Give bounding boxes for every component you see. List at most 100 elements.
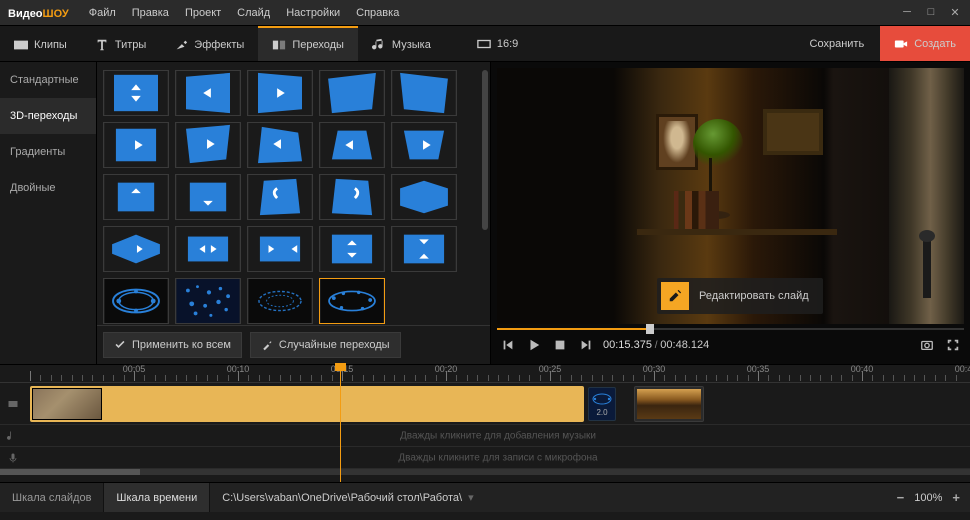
mic-hint: Дважды кликните для записи с микрофона (398, 452, 597, 463)
path-dropdown-icon[interactable]: ▾ (468, 491, 474, 504)
music-hint: Дважды кликните для добавления музыки (400, 430, 596, 441)
tab-clips[interactable]: Клипы (0, 26, 81, 61)
timeline-ruler[interactable]: 00:0500:1000:1500:2000:2500:3000:3500:40… (0, 365, 970, 383)
transitions-grid (97, 62, 490, 325)
video-clip-2[interactable] (634, 386, 704, 422)
transitions-icon (272, 38, 286, 52)
music-track: Дважды кликните для добавления музыки (0, 425, 970, 447)
menu-file[interactable]: Файл (81, 7, 124, 19)
clips-icon (14, 38, 28, 52)
menu-help[interactable]: Справка (348, 7, 407, 19)
tab-titles-label: Титры (115, 39, 146, 51)
transition-thumb[interactable] (175, 122, 241, 168)
tab-titles[interactable]: Титры (81, 26, 160, 61)
time-scale-tab[interactable]: Шкала времени (104, 483, 210, 512)
transition-thumb[interactable] (103, 70, 169, 116)
transition-thumb[interactable] (391, 174, 457, 220)
wand-icon (261, 339, 273, 351)
transition-thumb-selected[interactable] (319, 278, 385, 324)
video-track-body[interactable]: 2.0 (26, 383, 970, 424)
mic-track-body[interactable]: Дважды кликните для записи с микрофона (26, 447, 970, 468)
play-button[interactable] (525, 336, 543, 354)
transition-thumb[interactable] (175, 278, 241, 324)
transition-thumb[interactable] (103, 174, 169, 220)
menu-slide[interactable]: Слайд (229, 7, 278, 19)
transition-duration: 2.0 (596, 408, 607, 417)
app-title: ВидеоШОУ (8, 6, 69, 20)
transition-thumb[interactable] (319, 122, 385, 168)
sidebar-item-3d[interactable]: 3D-переходы (0, 98, 96, 134)
tab-music-label: Музыка (392, 39, 431, 51)
transition-thumb[interactable] (175, 70, 241, 116)
transition-thumb[interactable] (247, 174, 313, 220)
panel-actions: Применить ко всем Случайные переходы (97, 325, 490, 364)
transition-thumb[interactable] (175, 174, 241, 220)
playhead[interactable] (340, 365, 341, 482)
video-clip-1[interactable] (30, 386, 584, 422)
transition-thumb[interactable] (175, 226, 241, 272)
zoom-in-button[interactable]: + (952, 490, 960, 505)
fullscreen-button[interactable] (944, 336, 962, 354)
apply-all-label: Применить ко всем (132, 339, 231, 351)
slides-scale-tab[interactable]: Шкала слайдов (0, 483, 104, 512)
sidebar-item-double[interactable]: Двойные (0, 170, 96, 206)
tab-effects[interactable]: Эффекты (160, 26, 258, 61)
prev-button[interactable] (499, 336, 517, 354)
toolbar: Клипы Титры Эффекты Переходы Музыка 16:9… (0, 26, 970, 62)
minimize-icon[interactable]: ─ (900, 6, 914, 19)
transition-thumb[interactable] (319, 226, 385, 272)
app-title-part1: Видео (8, 8, 43, 20)
transition-thumb[interactable] (247, 122, 313, 168)
menu-project[interactable]: Проект (177, 7, 229, 19)
app-title-part2: ШОУ (43, 8, 69, 20)
transition-thumb[interactable] (103, 122, 169, 168)
transition-thumb[interactable] (247, 226, 313, 272)
music-track-body[interactable]: Дважды кликните для добавления музыки (26, 425, 970, 446)
aspect-icon (477, 37, 491, 51)
zoom-value: 100% (914, 492, 942, 504)
scrollbar[interactable] (482, 70, 488, 230)
next-button[interactable] (577, 336, 595, 354)
save-button[interactable]: Сохранить (794, 26, 881, 61)
seek-handle[interactable] (646, 324, 654, 334)
create-button[interactable]: Создать (880, 26, 970, 61)
save-label: Сохранить (810, 38, 865, 50)
close-icon[interactable]: ✕ (948, 6, 962, 19)
apply-all-button[interactable]: Применить ко всем (103, 332, 242, 358)
maximize-icon[interactable]: □ (924, 6, 938, 19)
transition-thumb[interactable] (391, 70, 457, 116)
preview-canvas[interactable]: Редактировать слайд (497, 68, 964, 324)
edit-slide-button[interactable]: Редактировать слайд (657, 278, 823, 314)
transition-thumb[interactable] (247, 70, 313, 116)
random-transitions-button[interactable]: Случайные переходы (250, 332, 401, 358)
mic-track-icon (0, 447, 26, 468)
tab-clips-label: Клипы (34, 39, 67, 51)
sidebar-item-gradients[interactable]: Градиенты (0, 134, 96, 170)
transition-thumb[interactable] (391, 122, 457, 168)
transition-thumb[interactable] (247, 278, 313, 324)
timeline-scrollbar[interactable] (0, 469, 970, 475)
menubar: ВидеоШОУ Файл Правка Проект Слайд Настро… (0, 0, 970, 26)
project-path: C:\Users\vaban\OneDrive\Рабочий стол\Раб… (210, 483, 886, 512)
transition-thumb[interactable] (103, 278, 169, 324)
tab-transitions[interactable]: Переходы (258, 26, 358, 61)
zoom-out-button[interactable]: − (897, 490, 905, 505)
transition-thumb[interactable] (319, 70, 385, 116)
menu-settings[interactable]: Настройки (278, 7, 348, 19)
transitions-sidebar: Стандартные 3D-переходы Градиенты Двойны… (0, 62, 97, 364)
effects-icon (174, 38, 188, 52)
tab-transitions-label: Переходы (292, 39, 344, 51)
tab-music[interactable]: Музыка (358, 26, 445, 61)
snapshot-button[interactable] (918, 336, 936, 354)
sidebar-item-standard[interactable]: Стандартные (0, 62, 96, 98)
project-path-text: C:\Users\vaban\OneDrive\Рабочий стол\Раб… (222, 492, 462, 504)
menu-edit[interactable]: Правка (124, 7, 177, 19)
transition-thumb[interactable] (391, 226, 457, 272)
mic-track: Дважды кликните для записи с микрофона (0, 447, 970, 469)
transition-thumb[interactable] (103, 226, 169, 272)
transition-clip[interactable]: 2.0 (588, 387, 616, 421)
transition-thumb[interactable] (319, 174, 385, 220)
aspect-ratio[interactable]: 16:9 (465, 26, 530, 61)
seek-bar[interactable] (497, 324, 964, 332)
stop-button[interactable] (551, 336, 569, 354)
